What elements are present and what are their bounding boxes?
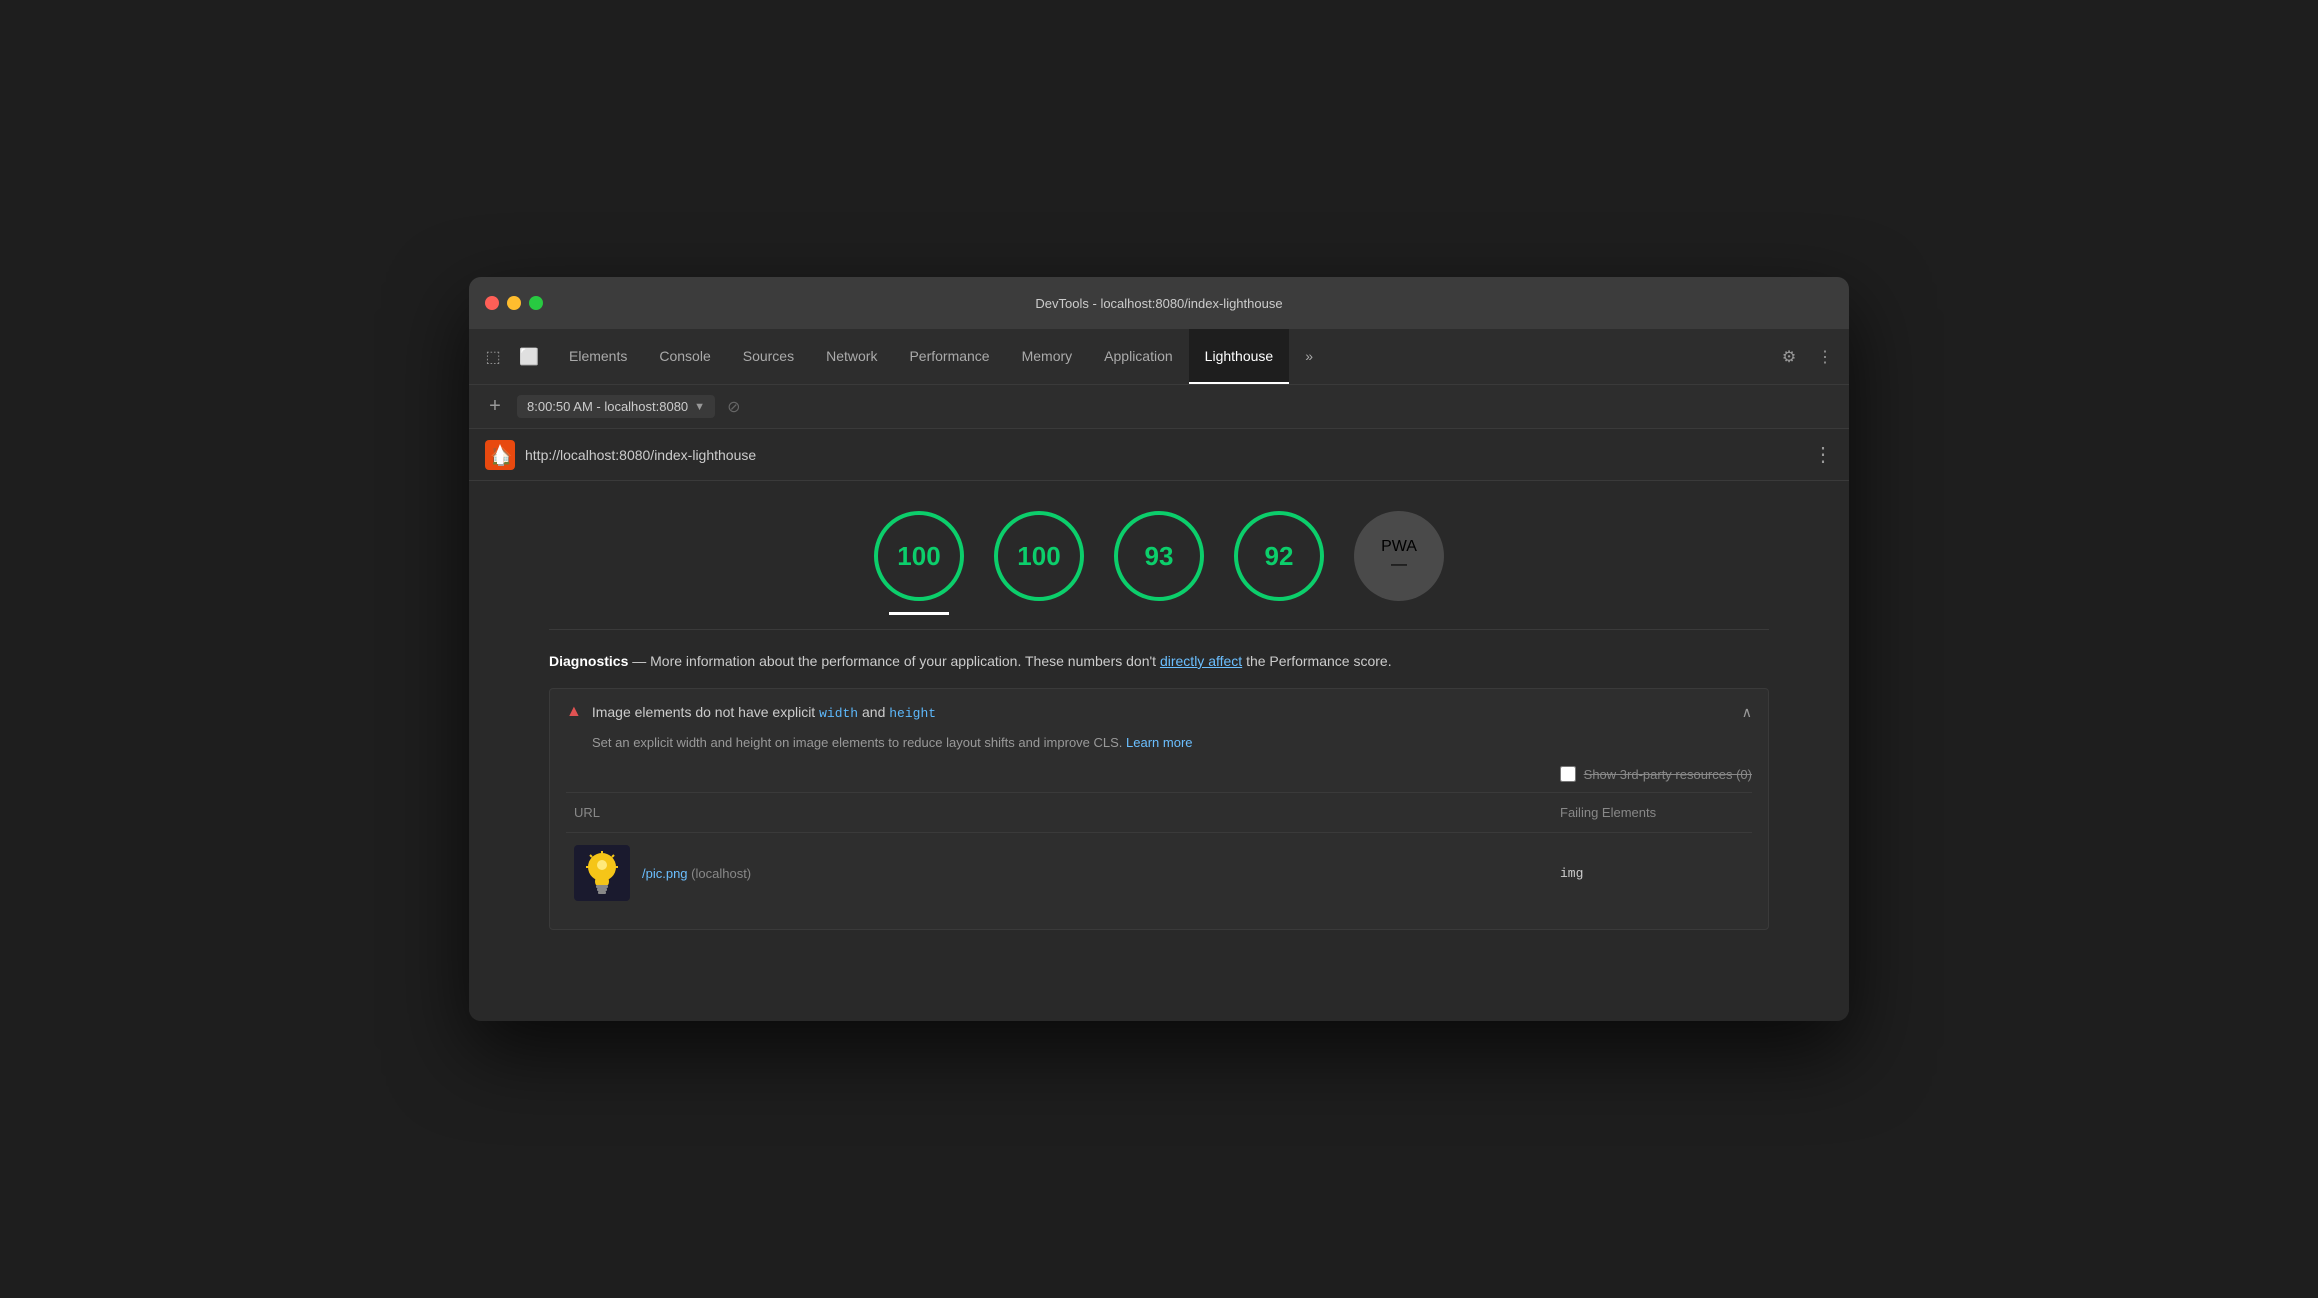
image-thumbnail [574, 845, 630, 901]
warning-item: ▲ Image elements do not have explicit wi… [549, 688, 1769, 930]
score-circle-1[interactable]: 100 [994, 511, 1084, 601]
learn-more-link[interactable]: Learn more [1126, 735, 1192, 750]
pwa-label: PWA [1381, 538, 1417, 556]
score-circle-2[interactable]: 93 [1114, 511, 1204, 601]
address-input[interactable]: 8:00:50 AM - localhost:8080 ▼ [517, 395, 715, 418]
show-3rd-party-container: Show 3rd-party resources (0) [1560, 766, 1752, 782]
warning-description: Set an explicit width and height on imag… [566, 735, 1752, 750]
show-3rd-party-label[interactable]: Show 3rd-party resources (0) [1584, 767, 1752, 782]
diagnostics-heading: Diagnostics — More information about the… [549, 650, 1769, 672]
lighthouse-header: 🏠 http://localhost:8080/index-lighthouse… [469, 429, 1849, 481]
devtools-window: DevTools - localhost:8080/index-lighthou… [469, 277, 1849, 1021]
main-content: 100 100 93 92 PWA — [469, 481, 1849, 1021]
tab-bar-right: ⚙ ⋮ [1765, 329, 1849, 384]
diagnostics-bold: Diagnostics [549, 653, 628, 669]
score-value-3: 92 [1265, 541, 1294, 572]
tab-elements[interactable]: Elements [553, 329, 643, 384]
tab-lighthouse[interactable]: Lighthouse [1189, 329, 1290, 384]
warning-header[interactable]: ▲ Image elements do not have explicit wi… [550, 689, 1768, 735]
title-bar: DevTools - localhost:8080/index-lighthou… [469, 277, 1849, 329]
lighthouse-url: http://localhost:8080/index-lighthouse [525, 447, 1803, 463]
stop-loading-icon[interactable]: ⊘ [727, 397, 740, 417]
score-value-2: 93 [1145, 541, 1174, 572]
url-host: (localhost) [691, 866, 751, 881]
warning-code-width: width [819, 706, 858, 721]
device-icon[interactable]: ⬜ [513, 341, 545, 373]
more-options-icon[interactable]: ⋮ [1809, 341, 1841, 373]
tab-bar: ⬚ ⬜ Elements Console Sources Network Per… [469, 329, 1849, 385]
lighthouse-logo-icon: 🏠 [485, 440, 515, 470]
url-link[interactable]: /pic.png [642, 866, 688, 881]
chevron-up-icon: ∧ [1742, 704, 1752, 721]
warning-title-before: Image elements do not have explicit [592, 704, 819, 720]
warning-triangle-icon: ▲ [566, 703, 582, 721]
window-title: DevTools - localhost:8080/index-lighthou… [1035, 296, 1282, 311]
score-circle-3[interactable]: 92 [1234, 511, 1324, 601]
traffic-lights [485, 296, 543, 310]
table-cell-failing: img [1552, 861, 1752, 885]
table-header: URL Failing Elements [566, 792, 1752, 832]
address-bar: + 8:00:50 AM - localhost:8080 ▼ ⊘ [469, 385, 1849, 429]
tab-application[interactable]: Application [1088, 329, 1189, 384]
score-value-1: 100 [1017, 541, 1060, 572]
scores-row: 100 100 93 92 PWA — [469, 481, 1849, 621]
show-3rd-party-checkbox[interactable] [1560, 766, 1576, 782]
new-tab-button[interactable]: + [481, 393, 509, 421]
lightbulb-icon [582, 849, 622, 897]
diagnostics-end: the Performance score. [1242, 653, 1391, 669]
lighthouse-menu-icon[interactable]: ⋮ [1813, 442, 1833, 467]
address-dropdown-icon[interactable]: ▼ [694, 401, 705, 413]
warning-body: Set an explicit width and height on imag… [550, 735, 1768, 929]
diagnostics-section: Diagnostics — More information about the… [469, 630, 1849, 950]
close-button[interactable] [485, 296, 499, 310]
tab-network[interactable]: Network [810, 329, 893, 384]
tab-sources[interactable]: Sources [727, 329, 810, 384]
warning-code-height: height [889, 706, 936, 721]
url-info: /pic.png (localhost) [642, 866, 751, 881]
inspect-icon[interactable]: ⬚ [477, 341, 509, 373]
warning-desc-text: Set an explicit width and height on imag… [592, 735, 1126, 750]
tab-bar-icons: ⬚ ⬜ [469, 329, 553, 384]
directly-affect-link[interactable]: directly affect [1160, 653, 1242, 669]
table-cell-url: /pic.png (localhost) [566, 841, 1552, 905]
minimize-button[interactable] [507, 296, 521, 310]
tab-console[interactable]: Console [643, 329, 726, 384]
maximize-button[interactable] [529, 296, 543, 310]
diagnostics-text: — More information about the performance… [628, 653, 1160, 669]
pwa-circle[interactable]: PWA — [1354, 511, 1444, 601]
score-circle-0[interactable]: 100 [874, 511, 964, 601]
score-value-0: 100 [897, 541, 940, 572]
tab-memory[interactable]: Memory [1006, 329, 1089, 384]
col-header-url: URL [566, 801, 1552, 824]
failing-element-text: img [1560, 866, 1583, 881]
warning-title: Image elements do not have explicit widt… [592, 704, 1732, 721]
address-text: 8:00:50 AM - localhost:8080 [527, 399, 688, 414]
col-header-failing: Failing Elements [1552, 801, 1752, 824]
warning-title-mid: and [858, 704, 889, 720]
tab-more[interactable]: » [1289, 329, 1329, 384]
table-row: /pic.png (localhost) img [566, 832, 1752, 913]
settings-icon[interactable]: ⚙ [1773, 341, 1805, 373]
tab-performance[interactable]: Performance [893, 329, 1005, 384]
pwa-dash: — [1391, 556, 1407, 574]
